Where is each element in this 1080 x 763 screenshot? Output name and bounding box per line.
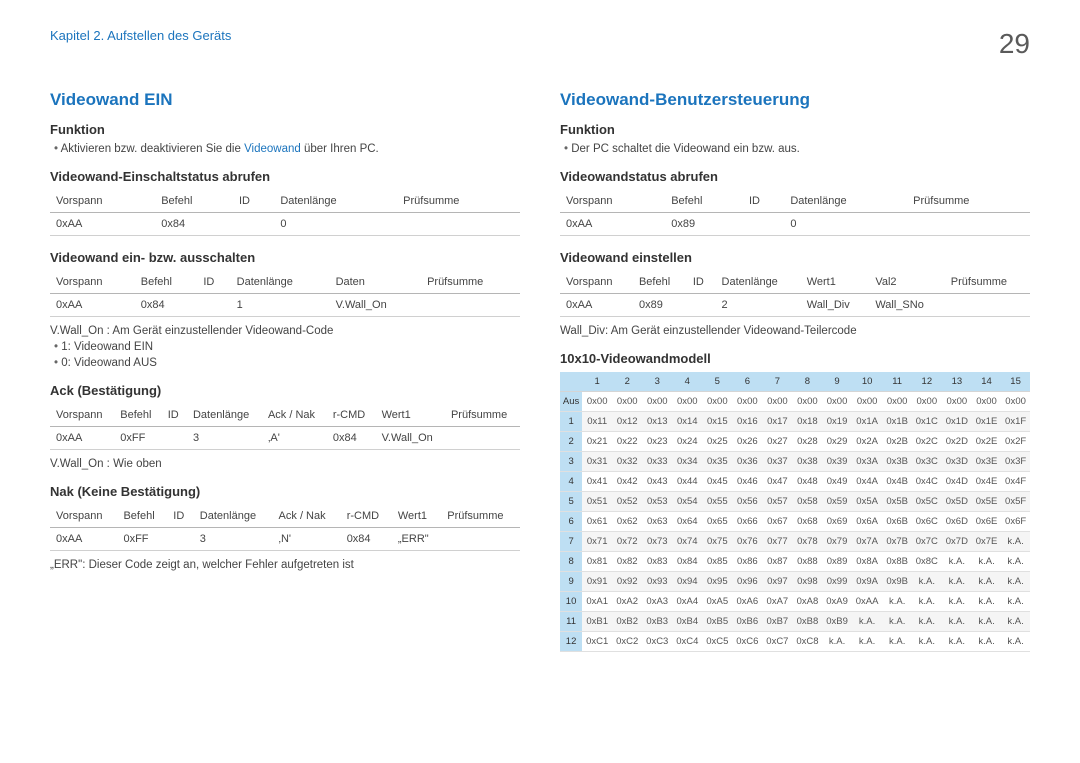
section-title-left: Videowand EIN — [50, 90, 520, 110]
subheading-t2-right: Videowand einstellen — [560, 250, 1030, 265]
subheading-t1-right: Videowandstatus abrufen — [560, 169, 1030, 184]
table-einschaltstatus: VorspannBefehlIDDatenlängePrüfsumme0xAA0… — [50, 190, 520, 236]
subheading-funktion-left: Funktion — [50, 122, 520, 137]
note-walldiv: Wall_Div: Am Gerät einzustellender Video… — [560, 325, 1030, 337]
note-vwall-aus: 0: Videowand AUS — [54, 357, 520, 369]
page-header: Kapitel 2. Aufstellen des Geräts 29 — [50, 28, 1030, 60]
note-vwall-code: V.Wall_On : Am Gerät einzustellender Vid… — [50, 325, 520, 337]
note-vwall-ein: 1: Videowand EIN — [54, 341, 520, 353]
subheading-model: 10x10-Videowandmodell — [560, 351, 1030, 366]
table-10x10-model: 123456789101112131415Aus0x000x000x000x00… — [560, 372, 1030, 652]
table-ack: VorspannBefehlIDDatenlängeAck / Nakr-CMD… — [50, 404, 520, 450]
funktion-bullet-right: Der PC schaltet die Videowand ein bzw. a… — [564, 143, 1030, 155]
note-vwall-oben: V.Wall_On : Wie oben — [50, 458, 520, 470]
content-columns: Videowand EIN Funktion Aktivieren bzw. d… — [50, 90, 1030, 660]
section-title-right: Videowand-Benutzersteuerung — [560, 90, 1030, 110]
table-nak: VorspannBefehlIDDatenlängeAck / Nakr-CMD… — [50, 505, 520, 551]
table-einstellen: VorspannBefehlIDDatenlängeWert1Val2Prüfs… — [560, 271, 1030, 317]
subheading-ack: Ack (Bestätigung) — [50, 383, 520, 398]
subheading-t2-left: Videowand ein- bzw. ausschalten — [50, 250, 520, 265]
subheading-t1-left: Videowand-Einschaltstatus abrufen — [50, 169, 520, 184]
table-wandstatus: VorspannBefehlIDDatenlängePrüfsumme0xAA0… — [560, 190, 1030, 236]
subheading-nak: Nak (Keine Bestätigung) — [50, 484, 520, 499]
subheading-funktion-right: Funktion — [560, 122, 1030, 137]
note-err: „ERR": Dieser Code zeigt an, welcher Feh… — [50, 559, 520, 571]
right-column: Videowand-Benutzersteuerung Funktion Der… — [560, 90, 1030, 660]
funktion-bullet-left: Aktivieren bzw. deaktivieren Sie die Vid… — [54, 143, 520, 155]
table-ein-ausschalten: VorspannBefehlIDDatenlängeDatenPrüfsumme… — [50, 271, 520, 317]
page-number: 29 — [999, 28, 1030, 60]
chapter-title: Kapitel 2. Aufstellen des Geräts — [50, 28, 231, 43]
left-column: Videowand EIN Funktion Aktivieren bzw. d… — [50, 90, 520, 660]
